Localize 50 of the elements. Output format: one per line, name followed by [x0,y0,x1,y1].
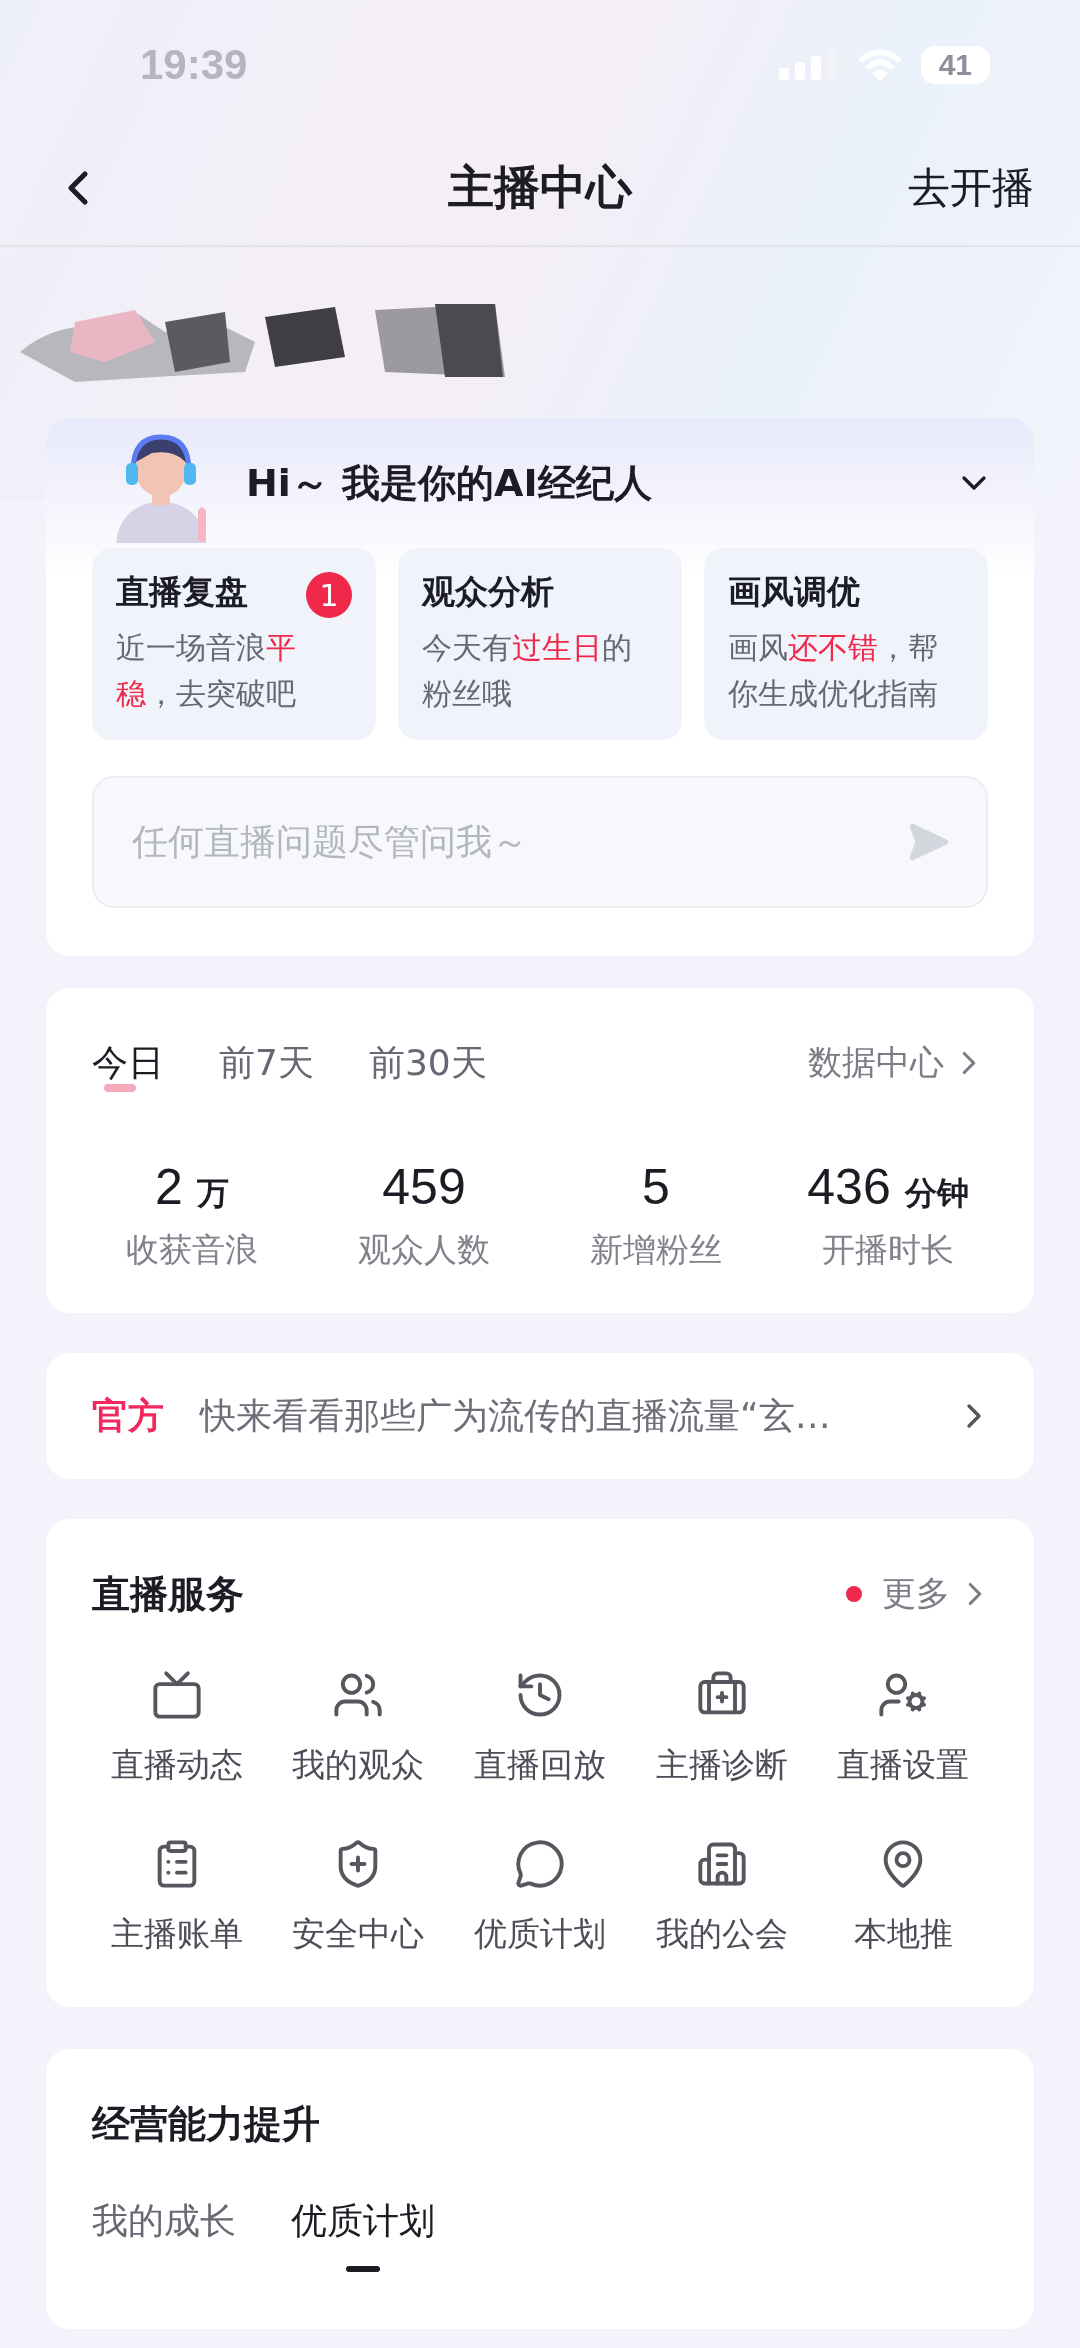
question-box[interactable]: 任何直播问题尽管问我～ [92,776,988,908]
status-time: 19:39 [140,41,248,89]
suggestion-text: 近一场音浪平稳，去突破吧 [116,629,297,713]
metric-label: 收获音浪 [126,1229,258,1271]
growth-tab[interactable]: 我的成长 [92,2196,236,2272]
metric-label: 新增粉丝 [590,1229,722,1271]
service-item[interactable]: 我的观众 [267,1669,450,1788]
service-item[interactable]: 本地推 [812,1838,994,1957]
service-item[interactable]: 直播设置 [812,1669,994,1788]
suggestion-card[interactable]: 观众分析 今天有过生日的粉丝哦 [398,548,682,740]
go-live-link[interactable]: 去开播 [908,159,1034,216]
metric-unit: 万 [196,1173,229,1214]
growth-tab[interactable]: 优质计划 [291,2196,435,2272]
service-item[interactable]: 直播动态 [86,1669,268,1788]
suggestion-title: 直播复盘 [116,571,248,613]
period-tab[interactable]: 前7天 [219,1038,314,1088]
tv-icon [150,1669,203,1721]
service-item[interactable]: 安全中心 [267,1838,450,1957]
service-item[interactable]: 我的公会 [630,1838,813,1957]
metric-value: 5 [642,1158,670,1216]
service-item[interactable]: 主播诊断 [630,1669,813,1788]
official-tag: 官方 [92,1391,164,1441]
service-item[interactable]: 直播回放 [449,1669,631,1788]
suggestion-text: 今天有过生日的粉丝哦 [422,629,633,713]
section-title: 经营能力提升 [92,2100,320,2148]
chat-bubble-icon [514,1838,566,1890]
metric-value: 459 [382,1158,466,1216]
notification-badge: 1 [306,572,352,618]
notice-banner[interactable]: 官方 快来看看那些广为流传的直播流量“玄… [46,1353,1034,1479]
metric-label: 观众人数 [358,1229,490,1271]
suggestion-title: 观众分析 [422,571,554,613]
suggestion-text: 画风还不错，帮你生成优化指南 [728,629,939,713]
metric-value: 436 [807,1158,891,1216]
metric-value: 2 [155,1158,183,1216]
more-link[interactable]: 更多 [846,1571,994,1617]
data-center-link[interactable]: 数据中心 [808,1040,988,1086]
service-item[interactable]: 主播账单 [86,1838,268,1957]
assistant-greeting: Hi～ 我是你的AI经纪人 [246,459,653,507]
suggestion-card[interactable]: 直播复盘 近一场音浪平稳，去突破吧 1 [92,548,376,740]
page-title: 主播中心 [448,158,632,216]
period-tab[interactable]: 前30天 [368,1038,487,1088]
suggestion-card[interactable]: 画风调优 画风还不错，帮你生成优化指南 [704,548,988,740]
metric-unit: 分钟 [904,1173,969,1214]
service-item[interactable]: 优质计划 [449,1838,631,1957]
question-field[interactable]: 任何直播问题尽管问我～ [130,820,906,864]
metric-label: 开播时长 [822,1229,954,1271]
notice-text: 快来看看那些广为流传的直播流量“玄… [200,1393,832,1438]
section-title: 直播服务 [92,1570,244,1618]
suggestion-title: 画风调优 [728,571,860,613]
battery-level: 41 [920,46,990,84]
